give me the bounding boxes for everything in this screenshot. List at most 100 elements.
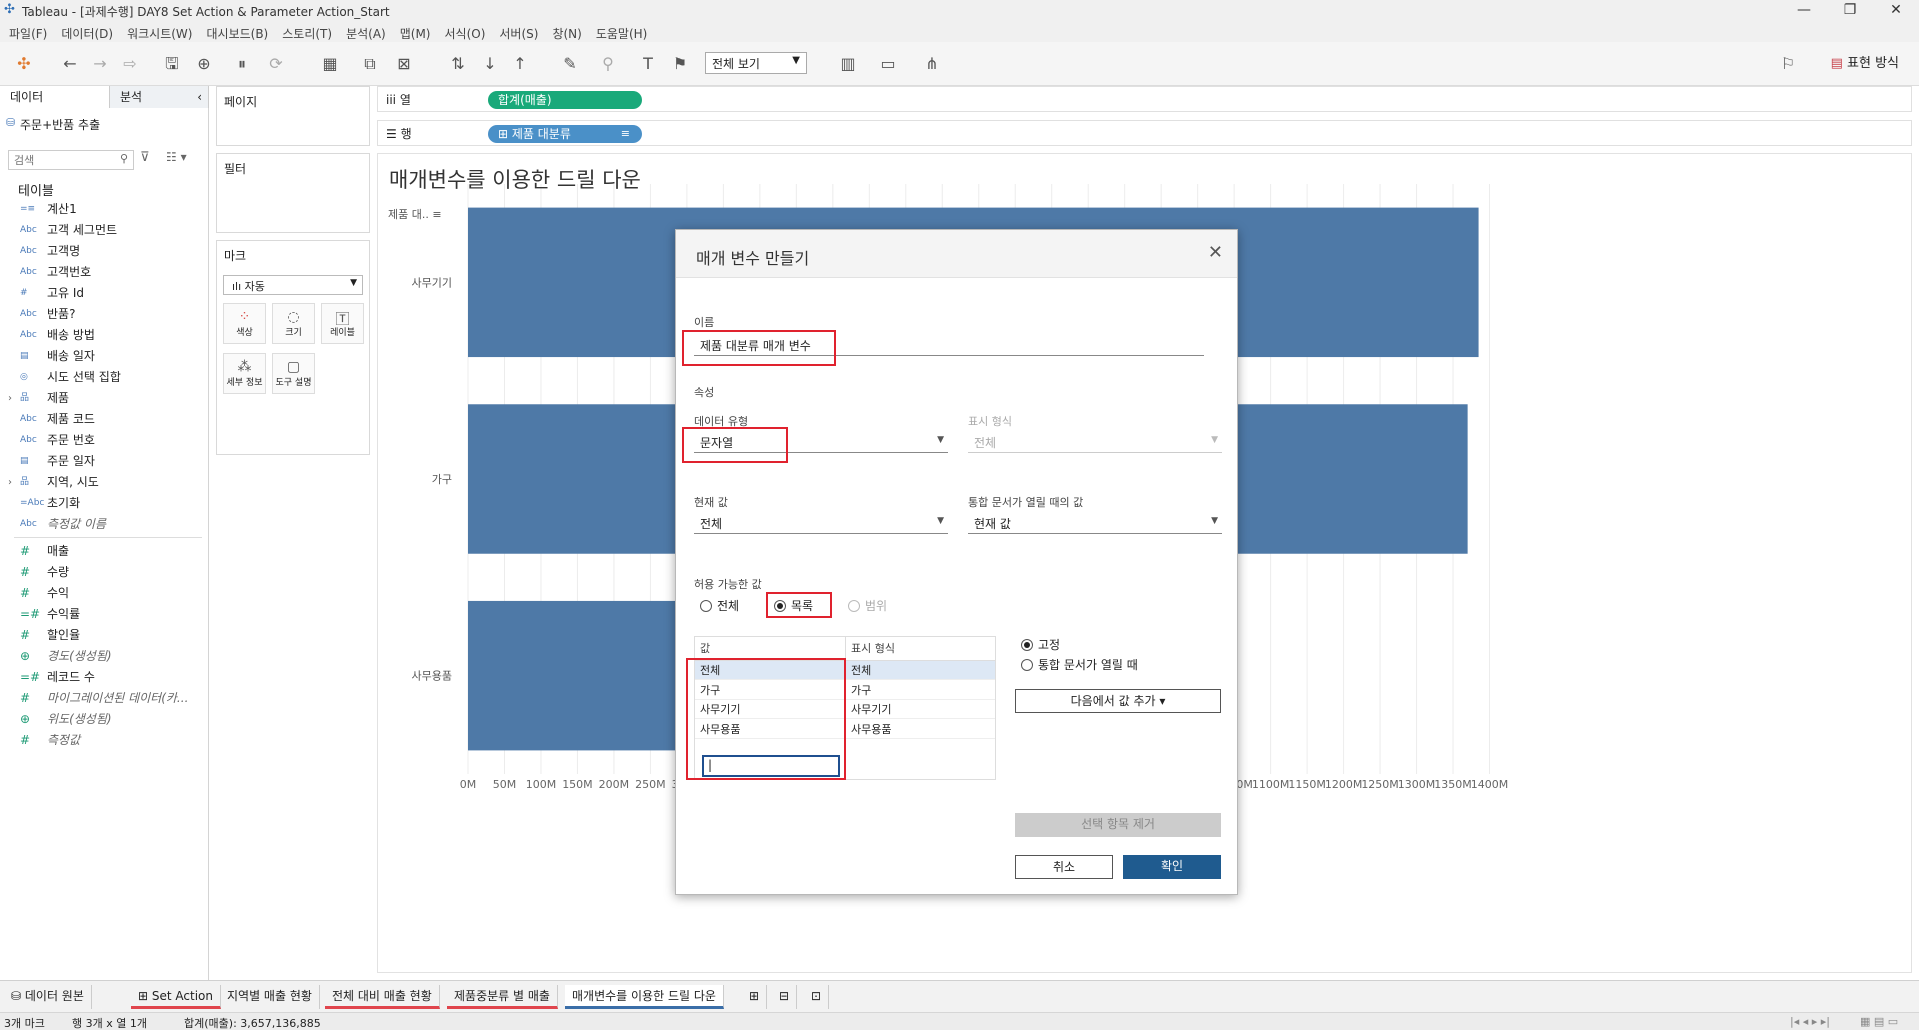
minimize-button[interactable]: —	[1781, 0, 1827, 22]
mark-type-select[interactable]: ılı 자동 ▼	[223, 275, 363, 295]
field-item[interactable]: Abc 고객번호	[0, 262, 205, 283]
filter-icon[interactable]: ⊽	[140, 150, 150, 165]
fit-view-select[interactable]: 전체 보기 ▼	[705, 52, 807, 74]
duplicate-sheet-icon[interactable]: ⧉	[358, 52, 382, 76]
tab-set-action[interactable]: ⊞ Set Action	[131, 985, 221, 1009]
tab-total-ratio-sales[interactable]: 전체 대비 매출 현황	[325, 985, 440, 1009]
size-mark-button[interactable]: ◌ 크기	[272, 303, 315, 344]
field-item[interactable]: Abc 측정값 이름	[0, 514, 205, 535]
presentation-mode-icon[interactable]: ▭	[876, 52, 900, 76]
field-item[interactable]: =≡ 계산1	[0, 199, 205, 220]
current-value-select[interactable]: 전체 ▼	[694, 512, 948, 534]
save-icon[interactable]: 🖫	[160, 52, 184, 76]
tab-navigation-icon[interactable]: |◂ ◂ ▸ ▸|	[1790, 1015, 1830, 1028]
pages-card[interactable]: 페이지	[216, 86, 370, 146]
collapse-icon[interactable]: ‹	[197, 86, 202, 108]
swap-rows-columns-icon[interactable]: ⇅	[446, 52, 470, 76]
sort-descending-icon[interactable]: ↑	[508, 52, 532, 76]
field-item[interactable]: # 수익	[0, 583, 205, 604]
add-values-from-button[interactable]: 다음에서 값 추가 ▾	[1015, 689, 1221, 713]
color-mark-button[interactable]: ⁘ 색상	[223, 303, 266, 344]
view-options-icon[interactable]: ☷ ▾	[166, 150, 187, 164]
list-display-cell[interactable]: 사무기기	[846, 700, 995, 719]
tableau-home-icon[interactable]: ✣	[12, 52, 36, 76]
ok-button[interactable]: 확인	[1123, 855, 1221, 879]
group-members-icon[interactable]: ⚲	[596, 52, 620, 76]
field-item[interactable]: Abc 주문 번호	[0, 430, 205, 451]
undo-icon[interactable]: ←	[58, 52, 82, 76]
new-worksheet-icon[interactable]: ▦	[318, 52, 342, 76]
menu-item-3[interactable]: 대시보드(B)	[199, 23, 275, 44]
pin-icon[interactable]: ⚐	[1776, 52, 1800, 76]
cancel-button[interactable]: 취소	[1015, 855, 1113, 879]
field-item[interactable]: ⊕ 위도(생성됨)	[0, 709, 205, 730]
field-item[interactable]: Abc 배송 방법	[0, 325, 205, 346]
field-item[interactable]: # 마이그레이션된 데이터(카...	[0, 688, 205, 709]
share-icon[interactable]: ⋔	[920, 52, 944, 76]
field-item[interactable]: # 수량	[0, 562, 205, 583]
field-item[interactable]: ▤ 주문 일자	[0, 451, 205, 472]
detail-mark-button[interactable]: ⁂ 세부 정보	[223, 353, 266, 394]
menu-item-6[interactable]: 맵(M)	[393, 23, 438, 44]
field-item[interactable]: # 측정값	[0, 730, 205, 751]
menu-item-8[interactable]: 서버(S)	[492, 23, 545, 44]
new-data-source-icon[interactable]: ⊕	[192, 52, 216, 76]
redo-icon[interactable]: →	[88, 52, 112, 76]
field-item[interactable]: =# 수익률	[0, 604, 205, 625]
field-item[interactable]: Abc 고객명	[0, 241, 205, 262]
field-item[interactable]: =Abc 초기화	[0, 493, 205, 514]
menu-item-4[interactable]: 스토리(T)	[275, 23, 339, 44]
columns-shelf[interactable]: iii 열 합계(매출)	[377, 86, 1912, 112]
label-mark-button[interactable]: 🅃 레이블	[321, 303, 364, 344]
menu-item-5[interactable]: 분석(A)	[339, 23, 393, 44]
fix-axes-icon[interactable]: ⚑	[668, 52, 692, 76]
field-item[interactable]: ⊕ 경도(생성됨)	[0, 646, 205, 667]
clear-sheet-icon[interactable]: ⊠	[392, 52, 416, 76]
field-item[interactable]: Abc 고객 세그먼트	[0, 220, 205, 241]
close-window-button[interactable]: ✕	[1873, 0, 1919, 22]
tab-parameter-drilldown[interactable]: 매개변수를 이용한 드릴 다운	[565, 985, 724, 1009]
menu-item-2[interactable]: 워크시트(W)	[120, 23, 199, 44]
menu-item-9[interactable]: 창(N)	[545, 23, 588, 44]
filters-card[interactable]: 필터	[216, 153, 370, 233]
menu-item-1[interactable]: 데이터(D)	[54, 23, 120, 44]
field-item[interactable]: # 할인율	[0, 625, 205, 646]
allowable-all-radio[interactable]: 전체	[700, 597, 739, 614]
field-item[interactable]: # 매출	[0, 541, 205, 562]
list-display-cell[interactable]: 가구	[846, 681, 995, 700]
new-story-tab-icon[interactable]: ⊡	[804, 985, 830, 1009]
highlight-icon[interactable]: ✎	[558, 52, 582, 76]
refresh-icon[interactable]: ⟳	[264, 52, 288, 76]
data-source-tab[interactable]: ⛁ 데이터 원본	[4, 985, 92, 1009]
menu-item-0[interactable]: 파일(F)	[2, 23, 54, 44]
expand-icon[interactable]: ›	[8, 472, 12, 493]
columns-pill[interactable]: 합계(매출)	[488, 91, 642, 109]
tooltip-mark-button[interactable]: ▢ 도구 설명	[272, 353, 315, 394]
tab-region-sales[interactable]: 지역별 매출 현황	[220, 985, 320, 1009]
field-item[interactable]: Abc 반품?	[0, 304, 205, 325]
pause-updates-icon[interactable]: ⏸	[230, 52, 254, 76]
list-display-cell[interactable]: 사무용품	[846, 720, 995, 739]
sort-ascending-icon[interactable]: ↓	[478, 52, 502, 76]
new-dashboard-tab-icon[interactable]: ⊟	[772, 985, 798, 1009]
field-search-input[interactable]	[8, 150, 134, 170]
restore-button[interactable]: ❐	[1827, 0, 1873, 22]
expand-icon[interactable]: ›	[8, 388, 12, 409]
field-item[interactable]: =# 레코드 수	[0, 667, 205, 688]
field-item[interactable]: Abc 제품 코드	[0, 409, 205, 430]
fixed-radio[interactable]: 고정	[1021, 636, 1060, 653]
field-item[interactable]: ◎ 시도 선택 집합	[0, 367, 205, 388]
field-item[interactable]: # 고유 Id	[0, 283, 205, 304]
rows-pill[interactable]: ⊞ 제품 대분류 ≡	[488, 125, 642, 143]
field-item[interactable]: › 品 제품	[0, 388, 205, 409]
workbook-open-select[interactable]: 현재 값 ▼	[968, 512, 1222, 534]
show-mark-labels-icon[interactable]: T	[636, 52, 660, 76]
when-open-radio[interactable]: 통합 문서가 열릴 때	[1021, 656, 1138, 673]
field-item[interactable]: › 品 지역, 시도	[0, 472, 205, 493]
tab-subcategory-sales[interactable]: 제품중분류 별 매출	[447, 985, 558, 1009]
new-worksheet-tab-icon[interactable]: ⊞	[742, 985, 768, 1009]
close-icon[interactable]: ✕	[1208, 242, 1223, 263]
show-cards-icon[interactable]: ▥	[836, 52, 860, 76]
list-display-cell[interactable]: 전체	[846, 661, 995, 680]
tab-analysis[interactable]: 분석 ‹	[110, 86, 209, 108]
